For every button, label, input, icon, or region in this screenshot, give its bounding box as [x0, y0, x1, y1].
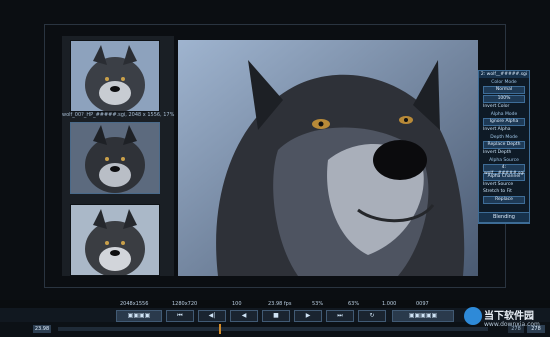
invert-depth-toggle[interactable]: Invert Depth: [481, 150, 527, 156]
view-mode-buttons[interactable]: ▣▣▣▣: [116, 310, 162, 322]
thumbnail-strip: wolf_00?_HP_#####.sgi, 2048 x 1556, 17%: [62, 36, 174, 276]
timeline-track[interactable]: [58, 327, 488, 331]
play-button[interactable]: ▶: [294, 310, 322, 322]
depth-mode-label: Depth Mode: [490, 135, 518, 140]
main-wolf-image[interactable]: [178, 40, 478, 276]
color-mode-select[interactable]: Normal: [483, 86, 525, 94]
go-to-start-button[interactable]: ⏮: [166, 310, 194, 322]
replace-select[interactable]: Replace: [483, 196, 525, 204]
depth-mode-select[interactable]: Replace Depth: [483, 141, 525, 149]
alpha-mode-label: Alpha Mode: [490, 112, 518, 117]
zoom-level: 100: [232, 301, 242, 307]
gamma-readout: 1.000: [382, 301, 397, 307]
source-resolution: 2048x1556: [120, 301, 149, 307]
thumbnail-caption: wolf_00?_HP_#####.sgi, 2048 x 1556, 17%: [62, 112, 175, 118]
fps-readout: 23.98 fps: [268, 301, 292, 307]
alpha-channel-select[interactable]: Alpha Channel: [483, 173, 525, 181]
invert-color-toggle[interactable]: Invert Color: [481, 104, 527, 110]
opacity-field[interactable]: 100%: [483, 95, 525, 103]
go-to-end-button[interactable]: ⏭: [326, 310, 354, 322]
watermark-logo-icon: [464, 307, 482, 325]
blending-tab[interactable]: Blending: [478, 212, 530, 223]
invert-source-toggle[interactable]: Invert Source: [481, 182, 527, 188]
layer-settings-panel: 2: wolf__#####.sgi Color Mode Normal 100…: [478, 70, 530, 224]
alpha-source-label: Alpha Source: [489, 158, 519, 163]
stop-button[interactable]: ■: [262, 310, 290, 322]
watermark-url: www.downxia.com: [484, 321, 540, 328]
thumbnail-wolf-1[interactable]: [70, 40, 160, 112]
display-resolution: 1280x720: [172, 301, 198, 307]
timeline-start[interactable]: 23.98: [33, 325, 51, 333]
playhead[interactable]: [219, 324, 221, 334]
invert-alpha-toggle[interactable]: Invert Alpha: [481, 127, 527, 133]
alpha-mode-select[interactable]: Ignore Alpha: [483, 118, 525, 126]
watermark-title: 当下软件园: [484, 311, 534, 322]
color-mode-label: Color Mode: [491, 80, 517, 85]
loop-button[interactable]: ↻: [358, 310, 386, 322]
thumbnail-wolf-3[interactable]: [70, 204, 160, 276]
play-reverse-button[interactable]: ◀: [230, 310, 258, 322]
stretch-to-fit-toggle[interactable]: Stretch to Fit: [481, 189, 527, 195]
thumbnail-wolf-2[interactable]: [70, 122, 160, 194]
watermark: 当下软件园 www.downxia.com: [462, 304, 548, 334]
frame-number: 0097: [416, 301, 429, 307]
step-back-button[interactable]: ◀|: [198, 310, 226, 322]
tool-buttons[interactable]: ▣▣▣▣▣: [392, 310, 454, 322]
layer-title[interactable]: 2: wolf__#####.sgi: [479, 71, 529, 78]
percent-b: 63%: [348, 301, 360, 307]
alpha-source-select[interactable]: 4: wolf__#####.sgi: [483, 164, 525, 176]
viewer-area: wolf_00?_HP_#####.sgi, 2048 x 1556, 17%: [0, 0, 550, 300]
percent-a: 53%: [312, 301, 324, 307]
